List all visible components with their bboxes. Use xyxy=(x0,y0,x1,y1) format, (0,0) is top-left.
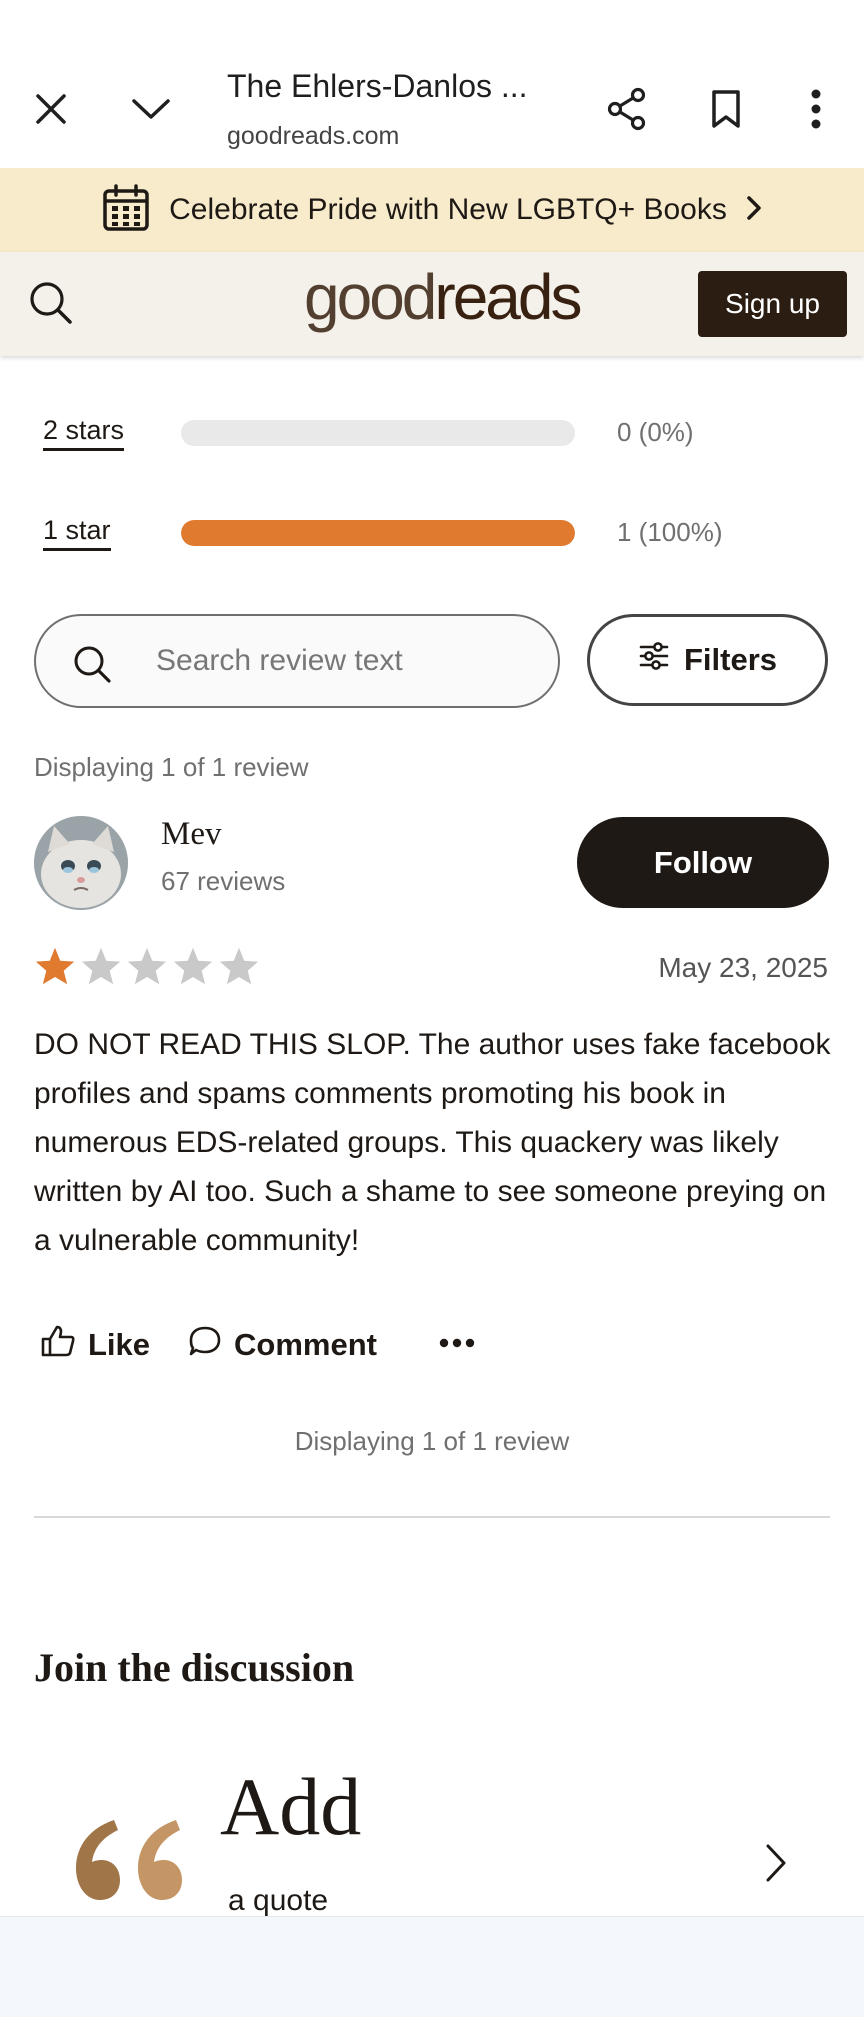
star-icon xyxy=(35,947,75,985)
calendar-icon xyxy=(101,183,151,238)
search-icon xyxy=(72,644,112,689)
bookmark-icon[interactable] xyxy=(706,86,746,132)
more-vert-icon[interactable] xyxy=(802,86,830,132)
quote-mark-icon xyxy=(70,1814,184,1911)
bottom-bar xyxy=(0,1916,864,2017)
rating-label-1-star[interactable]: 1 star xyxy=(43,515,111,551)
share-icon[interactable] xyxy=(604,86,650,132)
add-quote-title: Add xyxy=(220,1761,362,1852)
review-text: DO NOT READ THIS SLOP. The author uses f… xyxy=(34,1028,831,1257)
chevron-down-icon[interactable] xyxy=(128,88,174,130)
rating-label-2-stars[interactable]: 2 stars xyxy=(43,415,125,451)
filters-button[interactable]: Filters xyxy=(587,614,828,706)
review-star-rating xyxy=(34,946,260,986)
star-icon xyxy=(173,947,213,985)
rating-bar-fill xyxy=(181,520,575,546)
display-count-bottom: Displaying 1 of 1 review xyxy=(294,1426,570,1456)
follow-button[interactable]: Follow xyxy=(577,817,829,908)
comment-label: Comment xyxy=(234,1327,377,1362)
add-quote-card[interactable]: Add a quote xyxy=(34,1760,830,1916)
comment-icon xyxy=(188,1324,222,1366)
logo-part-reads: reads xyxy=(434,261,582,333)
more-options-icon[interactable] xyxy=(438,1336,476,1354)
star-icon xyxy=(127,947,167,985)
sliders-icon xyxy=(638,640,670,680)
section-divider xyxy=(34,1516,830,1518)
chevron-right-icon xyxy=(745,194,763,227)
signup-button[interactable]: Sign up xyxy=(698,271,847,337)
avatar[interactable] xyxy=(34,816,128,910)
rating-bar-1-star xyxy=(181,520,575,546)
pride-promo-banner[interactable]: Celebrate Pride with New LGBTQ+ Books xyxy=(0,168,864,252)
review-date[interactable]: May 23, 2025 xyxy=(658,952,828,984)
like-label: Like xyxy=(88,1327,151,1362)
review-search-input[interactable] xyxy=(154,640,548,682)
like-button[interactable]: Like xyxy=(40,1324,150,1366)
promo-text: Celebrate Pride with New LGBTQ+ Books xyxy=(169,193,727,226)
comment-button[interactable]: Comment xyxy=(188,1324,377,1366)
search-icon[interactable] xyxy=(28,280,78,330)
reviewer-name[interactable]: Mev xyxy=(161,816,222,853)
reviewer-review-count: 67 reviews xyxy=(161,866,286,896)
rating-count-2-stars: 0 (0%) xyxy=(617,417,694,447)
browser-toolbar: The Ehlers-Danlos ... goodreads.com xyxy=(0,0,864,168)
review-search-box[interactable] xyxy=(34,614,560,708)
close-icon[interactable] xyxy=(30,88,72,130)
thumbs-up-icon xyxy=(40,1324,76,1366)
display-count-top: Displaying 1 of 1 review xyxy=(34,752,309,782)
rating-count-1-star: 1 (100%) xyxy=(617,517,723,547)
logo-part-good: good xyxy=(304,261,437,333)
star-icon xyxy=(219,947,259,985)
chevron-right-icon xyxy=(764,1842,788,1889)
star-icon xyxy=(81,947,121,985)
rating-bar-2-stars xyxy=(181,420,575,446)
tab-url: goodreads.com xyxy=(227,122,400,150)
filters-label: Filters xyxy=(683,642,778,677)
tab-title: The Ehlers-Danlos ... xyxy=(227,68,528,104)
goodreads-logo[interactable]: goodreads xyxy=(304,260,582,334)
join-discussion-heading: Join the discussion xyxy=(34,1645,355,1690)
add-quote-subtitle: a quote xyxy=(228,1884,329,1916)
